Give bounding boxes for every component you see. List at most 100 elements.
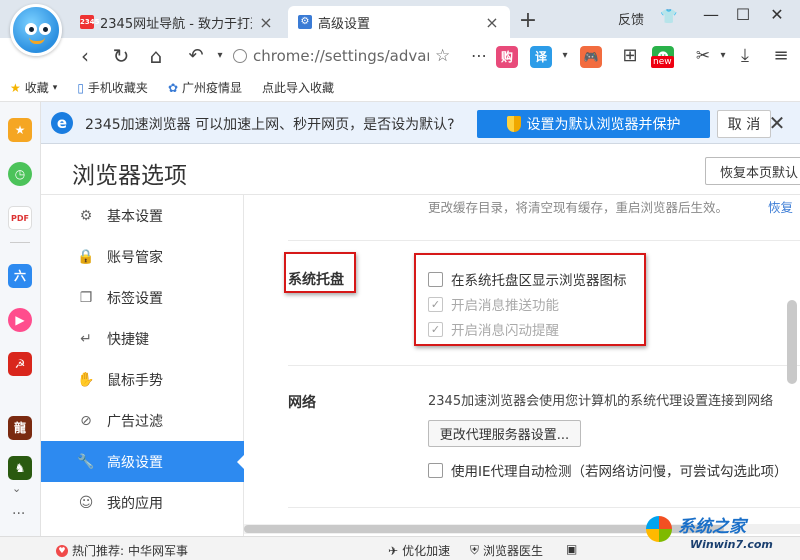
favorites-star-app-icon[interactable]: ★ <box>8 118 32 142</box>
url-input[interactable] <box>253 47 429 65</box>
push-message-option: ✓ 开启消息推送功能 <box>428 294 559 314</box>
tray-icon-option[interactable]: 在系统托盘区显示浏览器图标 <box>428 269 627 289</box>
video-play-app-icon[interactable]: ▶ <box>8 308 32 332</box>
sidebar-item-1[interactable]: 🔒 账号管家 <box>41 236 244 277</box>
vertical-scrollbar[interactable] <box>787 300 797 384</box>
tab-title: 2345网址导航 - 致力于打造百 <box>100 16 252 32</box>
sidebar-item-6[interactable]: 🔧 高级设置 <box>41 441 244 482</box>
more-dots-icon[interactable]: ··· <box>12 506 25 522</box>
sidebar-item-7[interactable]: ☺ 我的应用 <box>41 482 244 523</box>
chevron-down-icon: ▾ <box>52 82 58 93</box>
shopping-extension-icon[interactable]: 购 <box>496 46 518 68</box>
refresh-icon[interactable]: ↻ <box>108 43 134 69</box>
skin-shirt-icon[interactable]: 👕 <box>660 9 677 25</box>
tab-advanced-settings[interactable]: ⚙ 高级设置 × <box>288 6 510 38</box>
left-app-sidebar: ★ ◷ PDF 六 ▶ ☭ 龍 ♞ ⌄ ··· <box>0 102 41 536</box>
phone-icon: ▯ <box>77 80 84 95</box>
paw-icon: ✿ <box>167 80 178 95</box>
browser-logo-icon[interactable] <box>10 4 62 56</box>
checkbox[interactable] <box>428 271 443 287</box>
divider <box>288 365 800 366</box>
network-section-label: 网络 <box>288 395 316 411</box>
default-browser-infobar: e 2345加速浏览器 可以加速上网、秒开网页，是否设为默认? 设置为默认浏览器… <box>41 102 800 144</box>
sidebar-item-label: 广告过滤 <box>107 413 163 430</box>
tab-close-icon[interactable]: × <box>258 13 274 32</box>
window-maximize-button[interactable]: ☐ <box>730 5 756 24</box>
pdf-app-icon[interactable]: PDF <box>8 206 32 230</box>
menu-icon[interactable]: ≡ <box>768 43 794 69</box>
translate-dropdown-icon[interactable]: ▾ <box>552 43 578 69</box>
sidebar-item-2[interactable]: ❐ 标签设置 <box>41 277 244 318</box>
game2-app-icon[interactable]: ♞ <box>8 456 32 480</box>
feedback-link[interactable]: 反馈 <box>618 9 644 28</box>
window-minimize-button[interactable]: — <box>698 5 724 24</box>
rocket-icon: ✈ <box>388 543 399 558</box>
back-arrow-icon[interactable]: ‹ <box>72 43 98 69</box>
bookmark-import[interactable]: 点此导入收藏 <box>262 79 334 96</box>
browser-e-icon: e <box>51 112 73 134</box>
globe-icon <box>233 49 247 63</box>
settings-sidebar: ⚙ 基本设置 🔒 账号管家 ❐ 标签设置 ↵ 快捷键 ✋ 鼠标手势 ⊘ 广告过滤 🔧 高级设置 ☺ 我的应用 <box>41 195 244 536</box>
sidebar-item-5[interactable]: ⊘ 广告过滤 <box>41 400 244 441</box>
sidebar-item-label: 高级设置 <box>107 454 163 471</box>
nav-item-icon: ☺ <box>78 494 94 511</box>
ellipsis-icon[interactable]: ⋯ <box>466 43 492 69</box>
hot-item-link[interactable]: 中华网军事 <box>128 542 188 559</box>
checkbox[interactable] <box>428 462 443 478</box>
apps-grid-icon[interactable]: ⊞ <box>617 43 643 69</box>
window-close-button[interactable]: ✕ <box>764 5 790 24</box>
network-description: 2345加速浏览器会使用您计算机的系统代理设置连接到网络 <box>428 394 774 409</box>
sidebar-item-label: 标签设置 <box>107 290 163 307</box>
new-tab-button[interactable]: + <box>516 8 540 33</box>
tab-2345-nav[interactable]: 2345 2345网址导航 - 致力于打造百 × <box>70 6 284 38</box>
new-badge-icon: new <box>651 56 674 68</box>
address-bar[interactable]: ☆ <box>233 45 463 67</box>
translate-extension-icon[interactable]: 译 <box>530 46 552 68</box>
change-proxy-button[interactable]: 更改代理服务器设置... <box>428 420 581 447</box>
game-app-icon[interactable]: 龍 <box>8 416 32 440</box>
nav-item-icon: ⚙ <box>79 207 93 224</box>
cancel-button[interactable]: 取 消 <box>717 110 771 138</box>
briefcase-icon[interactable]: ▣ <box>566 542 577 556</box>
doctor-shield-icon: ⛨ <box>470 543 480 557</box>
liu-app-icon[interactable]: 六 <box>8 264 32 288</box>
news-app-icon[interactable]: ☭ <box>8 352 32 376</box>
restore-defaults-button[interactable]: 恢复本页默认 <box>705 157 800 185</box>
sidebar-item-4[interactable]: ✋ 鼠标手势 <box>41 359 244 400</box>
set-default-browser-button[interactable]: 设置为默认浏览器并保护 <box>477 110 710 138</box>
settings-favicon-icon: ⚙ <box>298 15 312 29</box>
settings-content: 更改缓存目录，将清空现有缓存，重启浏览器后生效。 恢复 系统托盘 在系统托盘区显… <box>244 195 800 525</box>
watermark-logo: 系统之家 Winwin7.com <box>640 508 798 558</box>
nav-item-icon: ⊘ <box>80 412 92 429</box>
sidebar-item-label: 快捷键 <box>107 331 149 348</box>
home-icon[interactable]: ⌂ <box>143 43 169 69</box>
page-title: 浏览器选项 <box>72 163 187 189</box>
heart-icon: ♥ <box>56 544 68 557</box>
flash-reminder-option: ✓ 开启消息闪动提醒 <box>428 319 559 339</box>
clock-app-icon[interactable]: ◷ <box>8 162 32 186</box>
cache-restore-link[interactable]: 恢复 <box>768 197 793 216</box>
optimize-button[interactable]: ✈ 优化加速 <box>388 542 450 559</box>
download-icon[interactable]: ⤓ <box>732 43 758 69</box>
nav-item-icon: 🔒 <box>77 248 95 265</box>
undo-icon[interactable]: ↶ <box>183 43 209 69</box>
undo-dropdown-icon[interactable]: ▾ <box>207 43 233 69</box>
sidebar-item-3[interactable]: ↵ 快捷键 <box>41 318 244 359</box>
2345-favicon-icon: 2345 <box>80 15 99 29</box>
shield-icon <box>506 116 521 132</box>
star-bookmark-icon[interactable]: ☆ <box>435 46 450 66</box>
bookmark-favorites[interactable]: ★ 收藏 ▾ <box>10 79 57 96</box>
ie-proxy-option[interactable]: 使用IE代理自动检测（若网络访问慢，可尝试勾选此项） <box>428 460 788 480</box>
infobar-close-icon[interactable]: ✕ <box>765 111 789 135</box>
sidebar-item-0[interactable]: ⚙ 基本设置 <box>41 195 244 236</box>
chevron-down-icon[interactable]: ⌄ <box>12 482 21 495</box>
tab-close-icon[interactable]: × <box>484 13 500 32</box>
windows-logo-icon <box>646 516 672 542</box>
bookmark-mobile-favorites[interactable]: ▯ 手机收藏夹 <box>77 79 148 96</box>
hot-recommend[interactable]: ♥ 热门推荐: 中华网军事 <box>56 542 188 559</box>
bookmark-guangzhou[interactable]: ✿ 广州疫情显 <box>168 79 242 96</box>
sidebar-item-label: 基本设置 <box>107 208 163 225</box>
star-icon: ★ <box>10 80 21 95</box>
game-extension-icon[interactable]: 🎮 <box>580 46 602 68</box>
browser-doctor-button[interactable]: ⛨ 浏览器医生 <box>470 542 543 559</box>
